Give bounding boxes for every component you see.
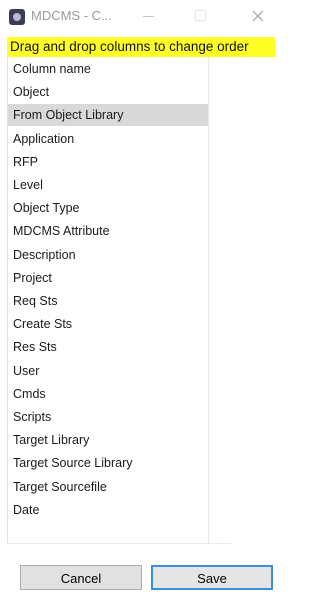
title-bar[interactable]: MDCMS - C... [0, 0, 284, 34]
column-list[interactable]: Column name Object From Object Library Appl… [7, 57, 231, 544]
list-divider [208, 57, 209, 543]
save-button[interactable]: Save [151, 565, 273, 590]
app-icon [9, 9, 25, 25]
list-item[interactable]: User [8, 360, 208, 382]
list-item[interactable]: Scripts [8, 406, 208, 428]
column-order-dialog: MDCMS - C... Drag and drop columns to ch… [0, 0, 284, 606]
list-item[interactable]: Res Sts [8, 336, 208, 358]
list-item[interactable]: Object Type [8, 197, 208, 219]
list-item[interactable]: Column name [8, 58, 208, 80]
list-item[interactable]: From Object Library [8, 104, 208, 127]
maximize-icon[interactable] [192, 7, 210, 25]
minimize-icon[interactable] [140, 7, 158, 25]
list-item[interactable]: MDCMS Attribute [8, 220, 208, 242]
window-title: MDCMS - C... [31, 8, 112, 23]
list-item[interactable]: RFP [8, 151, 208, 173]
list-item[interactable]: Level [8, 174, 208, 196]
list-item[interactable]: Target Source Library [8, 452, 208, 474]
list-item[interactable]: Date [8, 499, 208, 521]
list-item[interactable]: Object [8, 81, 208, 103]
list-item[interactable]: Cmds [8, 383, 208, 405]
cancel-button[interactable]: Cancel [20, 565, 142, 590]
list-item[interactable]: Create Sts [8, 313, 208, 335]
close-icon[interactable] [249, 7, 267, 25]
instruction-banner: Drag and drop columns to change order [7, 37, 275, 57]
list-item[interactable]: Req Sts [8, 290, 208, 312]
list-item[interactable]: Description [8, 244, 208, 266]
list-item[interactable]: Target Library [8, 429, 208, 451]
list-item[interactable]: Target Sourcefile [8, 476, 208, 498]
list-item[interactable]: Application [8, 128, 208, 150]
list-item[interactable]: Project [8, 267, 208, 289]
